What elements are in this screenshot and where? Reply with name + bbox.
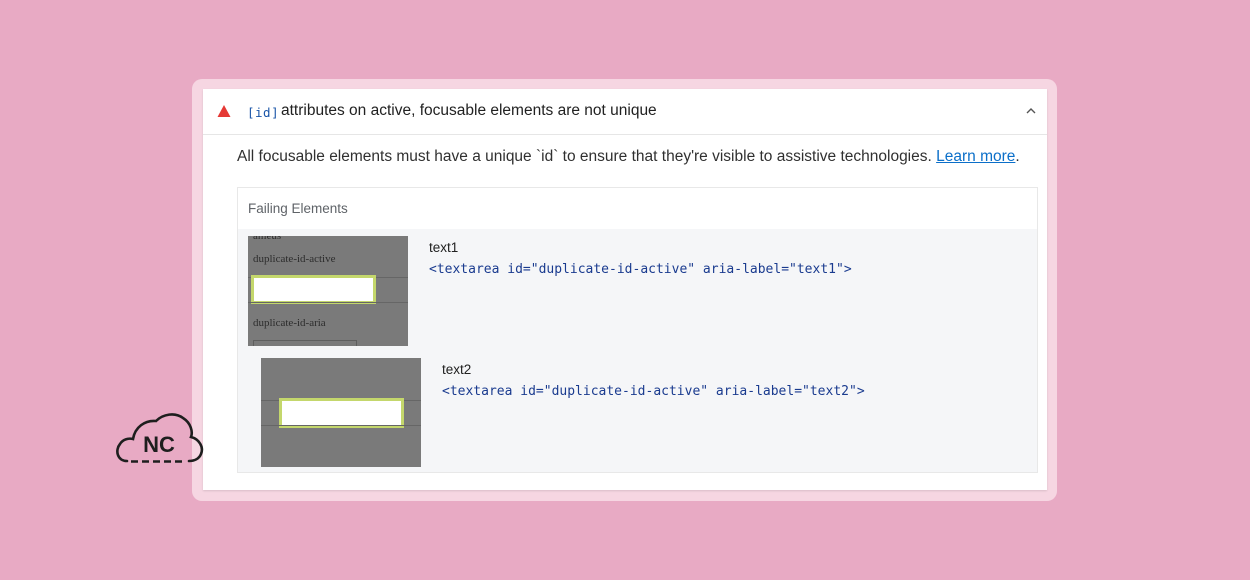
highlighted-textarea bbox=[279, 398, 404, 428]
highlighted-textarea bbox=[251, 275, 376, 304]
audit-title: attributes on active, focusable elements… bbox=[281, 102, 657, 119]
row-snippet-1[interactable]: <textarea id="duplicate-id-active" aria-… bbox=[429, 262, 852, 277]
table-rows: ameus duplicate-id-active duplicate-id-a… bbox=[238, 229, 1037, 472]
thumb-text: duplicate-id-active bbox=[253, 253, 336, 265]
row-label-1: text1 bbox=[429, 240, 459, 255]
audit-card: [id] attributes on active, focusable ele… bbox=[203, 89, 1047, 490]
logo-text: NC bbox=[143, 432, 175, 457]
chevron-up-icon[interactable] bbox=[1024, 104, 1038, 118]
thumb-line bbox=[261, 425, 421, 426]
thumb-text: ameus bbox=[253, 236, 282, 242]
thumb-text: duplicate-id-aria bbox=[253, 317, 326, 329]
description-text: All focusable elements must have a uniqu… bbox=[237, 148, 932, 165]
thumb-line bbox=[248, 302, 408, 303]
warning-triangle-icon bbox=[217, 105, 231, 117]
failing-elements-table: Failing Elements ameus duplicate-id-acti… bbox=[237, 187, 1038, 473]
description-period: . bbox=[1015, 148, 1020, 165]
audit-description: All focusable elements must have a uniqu… bbox=[237, 148, 1020, 166]
learn-more-link[interactable]: Learn more bbox=[936, 148, 1015, 165]
audit-title-code: [id] bbox=[247, 105, 280, 120]
element-screenshot-1: ameus duplicate-id-active duplicate-id-a… bbox=[248, 236, 408, 346]
cloud-logo-icon: NC bbox=[116, 413, 204, 463]
row-label-2: text2 bbox=[442, 362, 472, 377]
element-screenshot-2 bbox=[261, 358, 421, 467]
audit-header[interactable]: [id] attributes on active, focusable ele… bbox=[203, 89, 1047, 135]
table-header: Failing Elements bbox=[248, 201, 348, 216]
thumb-ghost-textarea bbox=[253, 340, 357, 346]
row-snippet-2[interactable]: <textarea id="duplicate-id-active" aria-… bbox=[442, 384, 865, 399]
